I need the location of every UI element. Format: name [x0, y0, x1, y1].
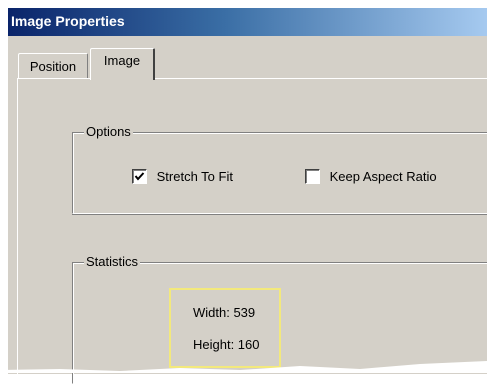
- tab-image[interactable]: Image: [90, 48, 155, 80]
- tab-position-label: Position: [29, 59, 77, 74]
- tab-panel-image: [17, 78, 487, 374]
- window-title: Image Properties: [11, 13, 125, 29]
- title-bar[interactable]: Image Properties: [8, 8, 487, 36]
- tab-position[interactable]: Position: [18, 53, 88, 79]
- image-properties-window: Image Properties Position Image: [7, 7, 487, 374]
- tab-image-label: Image: [103, 53, 141, 68]
